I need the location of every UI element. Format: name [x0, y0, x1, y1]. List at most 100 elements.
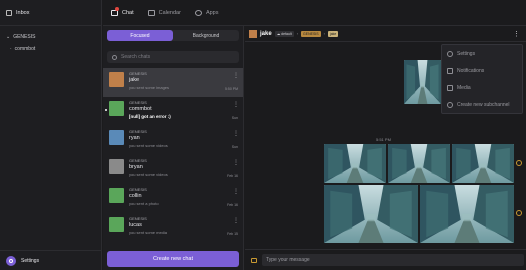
- unread-dot: [105, 109, 107, 111]
- tab-label: Chat: [122, 9, 134, 16]
- chat-list-item[interactable]: GENESIS collin you sent a photo ⋮ Feb 16: [103, 184, 243, 213]
- chat-group: GENESIS: [129, 100, 147, 105]
- chat-time: Feb 16: [227, 174, 238, 178]
- chat-list-item[interactable]: GENESIS ryan you sent some videos ⋮ Sun: [103, 126, 243, 155]
- avatar: [109, 159, 124, 174]
- add-reaction-icon[interactable]: [516, 210, 522, 216]
- menu-label: Notifications: [457, 67, 485, 74]
- top-tabs: Chat Calendar Apps: [103, 0, 526, 27]
- focus-toggle: Focused Background: [107, 30, 239, 41]
- image-icon: [447, 84, 453, 91]
- chat-name: bryan: [129, 164, 143, 170]
- more-options-icon[interactable]: ⋮: [233, 101, 239, 108]
- chat-group: GENESIS: [129, 245, 239, 246]
- chat-preview: you sent some videos: [129, 143, 168, 148]
- menu-label: Create new subchannel: [457, 101, 510, 108]
- chat-meta: GENESIS bryan you sent some videos: [129, 158, 239, 184]
- image-attachment[interactable]: [324, 144, 386, 183]
- menu-item-notifications[interactable]: Notifications: [442, 62, 522, 79]
- add-reaction-icon[interactable]: [516, 160, 522, 166]
- search-chats-input[interactable]: Search chats: [107, 51, 239, 63]
- inbox-icon: [6, 9, 12, 16]
- more-options-icon[interactable]: ⋮: [233, 72, 239, 79]
- chat-preview: you sent some media: [129, 230, 168, 235]
- breadcrumb-separator: ›: [323, 31, 325, 36]
- more-options-icon[interactable]: ⋮: [233, 188, 239, 195]
- chat-preview: you sent some videos: [129, 172, 168, 177]
- calendar-icon: [147, 9, 155, 16]
- conversation-menu: Settings Notifications Media Create new …: [441, 44, 523, 114]
- channel-group: ⌄ GENESIS · commbot: [0, 26, 101, 52]
- chat-name: commbot: [129, 106, 152, 112]
- menu-item-settings[interactable]: Settings: [442, 45, 522, 62]
- chat-group: GENESIS: [129, 71, 147, 76]
- group-header-genesis[interactable]: ⌄ GENESIS: [6, 34, 101, 40]
- search-icon: [112, 54, 117, 60]
- chat-preview: you sent a photo: [129, 201, 159, 206]
- create-chat-button[interactable]: Create new chat: [107, 251, 239, 267]
- segment-background[interactable]: Background: [173, 30, 239, 41]
- more-options-icon[interactable]: ⋮: [513, 30, 520, 38]
- chat-preview: [null] got an error :): [129, 114, 171, 119]
- breadcrumb-separator: ›: [296, 31, 299, 36]
- segment-focused[interactable]: Focused: [107, 30, 173, 41]
- inbox-item[interactable]: Inbox: [0, 0, 101, 26]
- bullet-icon: ·: [10, 46, 12, 52]
- settings-label: Settings: [21, 257, 40, 264]
- avatar: [109, 130, 124, 145]
- image-attachment[interactable]: [452, 144, 514, 183]
- tab-apps[interactable]: Apps: [194, 0, 219, 26]
- chat-meta: GENESIS commbot [null] got an error :): [129, 100, 239, 126]
- conversation-header: jake ☁ default › GENESIS › jake: [245, 26, 526, 42]
- avatar: [109, 188, 124, 203]
- chat-rows: GENESIS jake you sent some images ⋮ 5:50 PM G…: [103, 68, 243, 246]
- conversation-name: jake: [260, 30, 272, 37]
- chat-group: GENESIS: [129, 158, 147, 163]
- default-chip-label: default: [281, 31, 292, 36]
- image-attachment[interactable]: [388, 144, 450, 183]
- chat-name: lucas: [129, 222, 142, 228]
- message-timestamp: 5:51 PM: [376, 137, 391, 142]
- chat-name: collin: [129, 193, 142, 199]
- sidebar-item-commbot[interactable]: · commbot: [6, 46, 101, 52]
- image-attachment[interactable]: [420, 185, 514, 243]
- more-options-icon[interactable]: ⋮: [233, 130, 239, 137]
- left-rail: Inbox ⌄ GENESIS · commbot Settings: [0, 0, 102, 270]
- chat-list-item[interactable]: GENESIS bryan you sent some videos ⋮ Feb 16: [103, 155, 243, 184]
- more-options-icon[interactable]: ⋮: [233, 217, 239, 224]
- chat-list-item[interactable]: GENESIS jake you sent some images ⋮ 5:50 PM: [103, 68, 243, 97]
- group-title: GENESIS: [13, 34, 36, 40]
- menu-item-create-subchannel[interactable]: Create new subchannel: [442, 96, 522, 113]
- attach-icon[interactable]: [251, 257, 257, 263]
- genesis-chip[interactable]: GENESIS: [301, 30, 321, 37]
- avatar: [109, 217, 124, 232]
- notification-badge: [115, 6, 119, 11]
- chat-list-item[interactable]: GENESIS lucas you sent some media ⋮ Feb 15: [103, 213, 243, 242]
- chat-name: ryan: [129, 135, 140, 141]
- chat-list-item[interactable]: GENESIS⋮: [103, 242, 243, 246]
- more-options-icon[interactable]: ⋮: [233, 159, 239, 166]
- tab-calendar[interactable]: Calendar: [147, 0, 181, 26]
- tab-label: Calendar: [158, 9, 181, 16]
- menu-label: Settings: [457, 50, 476, 57]
- image-attachment[interactable]: [324, 185, 418, 243]
- tab-label: Apps: [205, 9, 219, 16]
- menu-item-media[interactable]: Media: [442, 79, 522, 96]
- plus-circle-icon: [447, 101, 453, 108]
- chat-list-item[interactable]: GENESIS commbot [null] got an error :) ⋮ Sun: [103, 97, 243, 126]
- message-input[interactable]: [262, 254, 524, 266]
- chat-meta: GENESIS jake you sent some images: [129, 71, 239, 97]
- chat-group: GENESIS: [129, 129, 147, 134]
- jake-chip[interactable]: jake: [327, 30, 339, 37]
- settings-item[interactable]: Settings: [0, 250, 102, 270]
- chat-list-panel: Focused Background Search chats GENESIS j…: [103, 26, 244, 270]
- image-attachment[interactable]: [404, 60, 441, 104]
- chat-time: 5:50 PM: [224, 87, 238, 91]
- chat-meta: GENESIS ryan you sent some videos: [129, 129, 239, 155]
- menu-label: Media: [457, 84, 471, 91]
- chat-time: Feb 15: [227, 232, 238, 236]
- tab-chat[interactable]: Chat: [109, 0, 136, 27]
- chat-preview: you sent some images: [129, 85, 170, 90]
- chat-group: GENESIS: [129, 187, 147, 192]
- chat-meta: GENESIS collin you sent a photo: [129, 187, 239, 213]
